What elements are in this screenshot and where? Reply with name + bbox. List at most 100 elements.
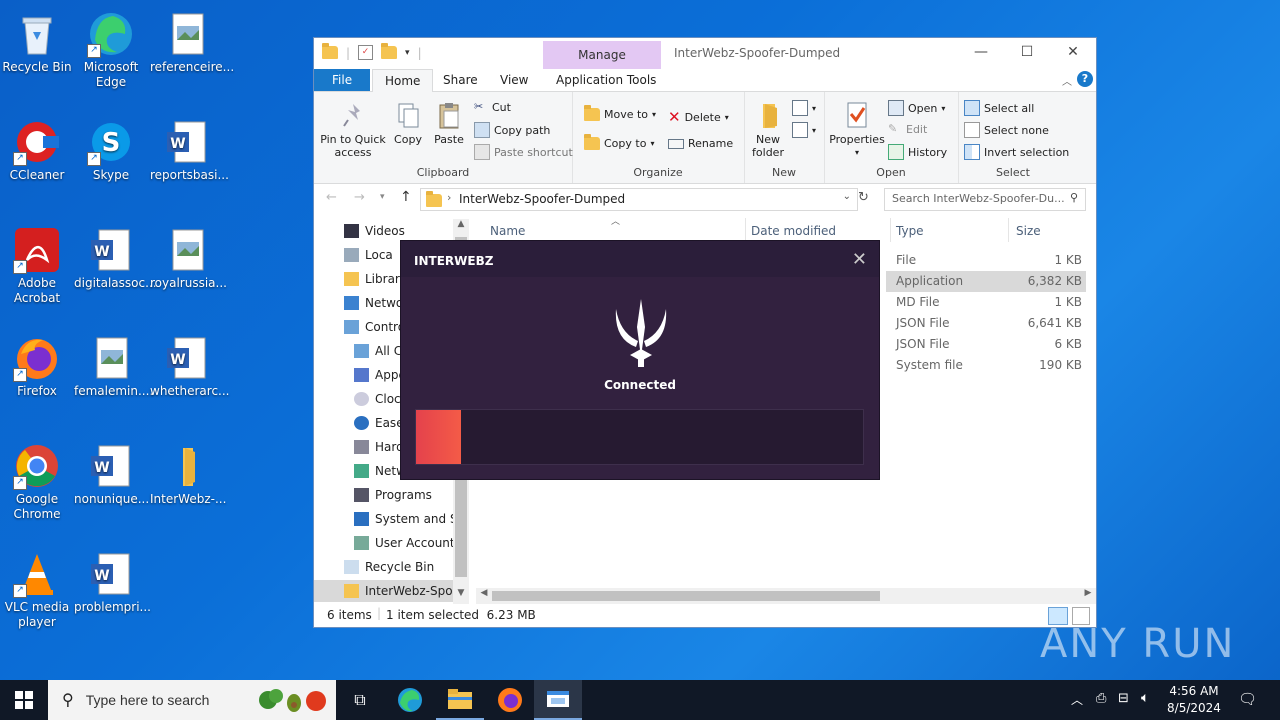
scroll-up-icon[interactable]: ▲ (453, 219, 469, 235)
forward-arrow-icon[interactable]: → (354, 190, 365, 205)
tab-file[interactable]: File (314, 69, 371, 91)
manage-tab[interactable]: Manage (543, 41, 661, 69)
search-input[interactable]: Search InterWebz-Spoofer-Du... ⚲ (884, 188, 1086, 211)
volume-icon[interactable]: 🔈︎ (1141, 690, 1149, 706)
nav-item[interactable]: User Accounts (354, 532, 461, 554)
interwebz-taskbar-button[interactable] (534, 680, 582, 720)
scroll-left-icon[interactable]: ◀ (476, 588, 492, 604)
file-explorer-taskbar-button[interactable] (436, 680, 484, 720)
tab-view[interactable]: View (488, 69, 540, 91)
nav-item[interactable]: Ease (354, 412, 404, 434)
nav-item[interactable]: System and Se (354, 508, 465, 530)
nav-item[interactable]: Netw (354, 460, 406, 482)
chrome-desktop-icon[interactable]: ↗ Google Chrome (0, 438, 74, 522)
image-desktop-icon[interactable]: referenceire... (150, 6, 234, 75)
nav-item[interactable]: Contro (344, 316, 405, 338)
copy-to-button[interactable]: Copy to ▾ (584, 134, 654, 150)
column-size[interactable]: Size (1016, 224, 1041, 246)
doc-desktop-icon[interactable]: W nonunique... (74, 438, 149, 507)
firefox-taskbar-button[interactable] (486, 680, 534, 720)
address-dropdown-icon[interactable]: ⌄ (843, 191, 851, 202)
nav-item[interactable]: Loca (344, 244, 393, 266)
network-icon[interactable]: ⊟ (1118, 691, 1129, 706)
nav-item[interactable]: Clocl (354, 388, 404, 410)
doc-desktop-icon[interactable]: W digitalassoc... (74, 222, 157, 291)
maximize-button[interactable]: ☐ (1004, 38, 1050, 66)
tab-application-tools[interactable]: Application Tools (544, 69, 668, 91)
vlc-desktop-icon[interactable]: ↗ VLC media player (0, 546, 74, 630)
collapse-ribbon-icon[interactable]: ︿ (1062, 73, 1072, 88)
properties-button[interactable]: Properties ▾ (828, 100, 886, 159)
edge-desktop-icon[interactable]: ↗ Microsoft Edge (74, 6, 148, 90)
table-row[interactable]: JSON File 6,641 KB (886, 313, 1086, 334)
nav-item[interactable]: Hard (354, 436, 404, 458)
nav-item[interactable]: All C (354, 340, 402, 362)
chevron-down-icon[interactable]: ▾ (405, 48, 410, 58)
new-folder-button[interactable]: New folder (746, 100, 790, 159)
column-type[interactable]: Type (896, 224, 924, 246)
taskbar-search-box[interactable]: ⚲ Type here to search (48, 680, 336, 720)
action-center-tray-icon[interactable]: ⎙ (1096, 691, 1106, 706)
scroll-right-icon[interactable]: ▶ (1080, 588, 1096, 604)
tab-home[interactable]: Home (372, 69, 434, 93)
tab-share[interactable]: Share (431, 69, 490, 91)
paste-shortcut-button[interactable]: Paste shortcut (474, 144, 573, 160)
details-view-icon[interactable] (1048, 607, 1068, 625)
doc-desktop-icon[interactable]: W problempri... (74, 546, 151, 615)
up-arrow-icon[interactable]: ↑ (400, 189, 412, 205)
doc-desktop-icon[interactable]: W reportsbasi... (150, 114, 229, 183)
nav-item[interactable]: Appe (354, 364, 406, 386)
close-icon[interactable]: ✕ (852, 249, 867, 270)
nav-item[interactable]: Programs (354, 484, 432, 506)
new-item-button[interactable]: ▾ (792, 100, 816, 116)
start-button[interactable] (0, 680, 48, 720)
large-icons-view-icon[interactable] (1072, 607, 1090, 625)
acrobat-desktop-icon[interactable]: ↗ Adobe Acrobat (0, 222, 74, 306)
edge-taskbar-button[interactable] (386, 680, 434, 720)
scroll-down-icon[interactable]: ▼ (453, 588, 469, 604)
skype-desktop-icon[interactable]: S ↗ Skype (74, 114, 148, 183)
edit-button[interactable]: ✎ Edit (888, 122, 927, 136)
select-all-button[interactable]: Select all (964, 100, 1034, 116)
history-button[interactable]: History (888, 144, 947, 160)
delete-button[interactable]: ✕ Delete ▾ (668, 108, 729, 126)
clock[interactable]: 4:56 AM 8/5/2024 (1160, 683, 1228, 717)
cut-button[interactable]: ✂ Cut (474, 100, 511, 114)
properties-qat-icon[interactable]: ✓ (358, 45, 374, 60)
select-none-button[interactable]: Select none (964, 122, 1049, 138)
invert-selection-button[interactable]: Invert selection (964, 144, 1069, 160)
nav-item-selected[interactable]: InterWebz-Spoo (314, 580, 453, 602)
table-row[interactable]: JSON File 6 KB (886, 334, 1086, 355)
recent-chevron-icon[interactable]: ▾ (380, 192, 385, 202)
nav-item[interactable]: Recycle Bin (344, 556, 434, 578)
copy-button[interactable]: Copy (390, 100, 426, 146)
nav-item[interactable]: Librari (344, 268, 403, 290)
help-icon[interactable]: ? (1077, 71, 1093, 87)
paste-button[interactable]: Paste (432, 100, 466, 146)
address-bar[interactable]: › InterWebz-Spoofer-Dumped ⌄ (420, 188, 858, 211)
copy-path-button[interactable]: Copy path (474, 122, 550, 138)
back-arrow-icon[interactable]: ← (326, 190, 337, 205)
recycle-bin-desktop-icon[interactable]: Recycle Bin (0, 6, 74, 75)
minimize-button[interactable]: — (958, 38, 1004, 66)
nav-item[interactable]: Videos (344, 220, 405, 242)
easy-access-button[interactable]: ▾ (792, 122, 816, 138)
new-folder-qat-icon[interactable] (381, 43, 398, 59)
open-button[interactable]: Open ▾ (888, 100, 945, 116)
rename-button[interactable]: Rename (668, 137, 733, 150)
task-view-button[interactable]: ⧉ (336, 680, 384, 720)
close-button[interactable]: ✕ (1050, 38, 1096, 66)
nav-item[interactable]: Netwo (344, 292, 403, 314)
table-row[interactable]: System file 190 KB (886, 355, 1086, 376)
firefox-desktop-icon[interactable]: ↗ Firefox (0, 330, 74, 399)
notifications-icon[interactable]: 🗨︎ (1238, 690, 1257, 708)
table-row[interactable]: MD File 1 KB (886, 292, 1086, 313)
folder-desktop-icon[interactable]: InterWebz-... (150, 438, 226, 507)
refresh-icon[interactable]: ↻ (858, 190, 869, 205)
ccleaner-desktop-icon[interactable]: ↗ CCleaner (0, 114, 74, 183)
pin-quick-access-button[interactable]: Pin to Quick access (318, 100, 388, 159)
move-to-button[interactable]: Move to ▾ (584, 105, 656, 121)
horizontal-scrollbar[interactable]: ◀ ▶ (476, 588, 1096, 604)
table-row-selected[interactable]: Application 6,382 KB (886, 271, 1086, 292)
table-row[interactable]: File 1 KB (886, 250, 1086, 271)
